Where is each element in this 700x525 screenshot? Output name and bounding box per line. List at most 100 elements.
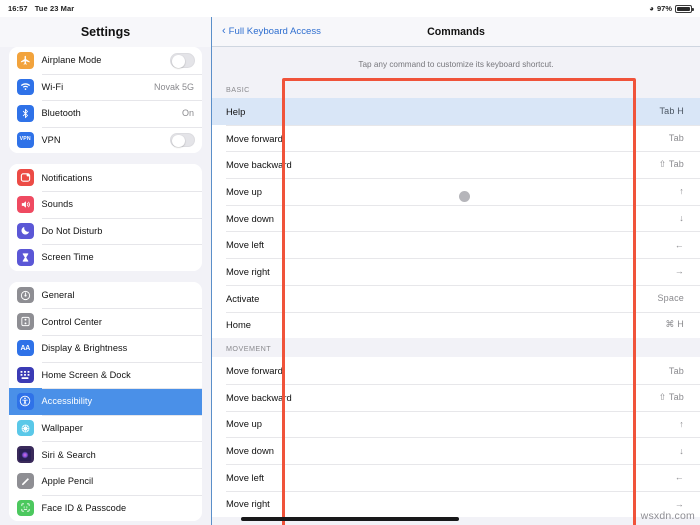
airplane-icon (17, 52, 34, 69)
command-shortcut: ↓ (679, 213, 684, 224)
command-name: Help (226, 105, 246, 117)
sidebar-item-vpn[interactable]: VPN VPN (9, 126, 202, 154)
command-row[interactable]: Move backward ⇧ Tab (212, 383, 700, 411)
screen: 16:57 Tue 23 Mar ◕ 97% Settings Airplane… (0, 0, 700, 525)
watermark: wsxdn.com (640, 510, 695, 522)
battery-percent-label: 97% (656, 4, 672, 13)
status-date: Tue 23 Mar (34, 4, 75, 13)
wifi-icon: ◕ (649, 3, 654, 13)
back-button[interactable]: ‹ Full Keyboard Access (222, 25, 321, 38)
display-brightness-icon: AA (17, 339, 34, 357)
command-row[interactable]: Activate Space (212, 284, 700, 312)
command-name: Move forward (226, 132, 283, 144)
sidebar-item-face-id-passcode[interactable]: Face ID & Passcode (9, 494, 202, 522)
notifications-icon (17, 169, 34, 186)
sidebar-item-label: Bluetooth (41, 108, 81, 119)
command-row[interactable]: Move left ← (212, 231, 700, 259)
command-row[interactable]: Move up ↑ (212, 410, 700, 438)
sidebar-item-bluetooth[interactable]: Bluetooth On (9, 100, 202, 127)
wifi-icon (17, 78, 34, 96)
gear-icon (17, 286, 34, 304)
sidebar-item-notifications[interactable]: Notifications (9, 164, 202, 191)
section-header: BASIC (212, 79, 700, 98)
command-shortcut: ↓ (679, 445, 684, 456)
sidebar-item-value: Novak 5G (153, 81, 194, 92)
navigation-bar: ‹ Full Keyboard Access Commands (212, 17, 700, 46)
command-name: Activate (226, 292, 260, 304)
command-row[interactable]: Move backward ⇧ Tab (212, 151, 700, 179)
command-shortcut: → (674, 498, 684, 509)
command-sections: BASIC Help Tab H Move forward Tab Move backwa… (212, 79, 700, 518)
sidebar-item-general[interactable]: General (9, 281, 202, 309)
moon-icon (17, 222, 34, 240)
bluetooth-icon (17, 105, 34, 122)
toggle-switch[interactable] (170, 53, 195, 68)
command-shortcut: ← (674, 239, 684, 250)
command-row[interactable]: Home ⌘ H (212, 311, 700, 339)
toggle-switch[interactable] (170, 132, 195, 148)
sidebar-item-label: Home Screen & Dock (41, 369, 131, 380)
sidebar-item-label: Accessibility (41, 396, 93, 407)
command-name: Home (226, 319, 252, 331)
sidebar-item-siri-search[interactable]: Siri & Search (9, 441, 202, 468)
sidebar-list[interactable]: Airplane Mode Wi-Fi Novak 5G Bluetooth On VPN… (0, 47, 211, 522)
command-row[interactable]: Move forward Tab (212, 124, 700, 152)
sidebar-item-label: Airplane Mode (41, 55, 102, 66)
sidebar-item-label: Wallpaper (41, 423, 83, 434)
sidebar-item-do-not-disturb[interactable]: Do Not Disturb (9, 217, 202, 245)
command-shortcut: Space (657, 293, 684, 304)
sidebar-item-label: Siri & Search (41, 449, 96, 460)
command-row[interactable]: Help Tab H (212, 98, 700, 125)
status-bar-left: 16:57 Tue 23 Mar (8, 4, 74, 13)
command-name: Move left (226, 239, 265, 251)
command-row[interactable]: Move forward Tab (212, 357, 700, 384)
home-screen-dock-icon (17, 366, 34, 384)
command-name: Move up (226, 418, 262, 430)
command-name: Move down (226, 212, 274, 224)
hint-text: Tap any command to customize its keyboar… (358, 60, 554, 69)
commands-scroll-area[interactable]: Tap any command to customize its keyboar… (212, 46, 700, 525)
command-row[interactable]: Move up ↑ (212, 178, 700, 205)
accessibility-icon (17, 393, 34, 410)
command-list: Help Tab H Move forward Tab Move backward ⇧ T… (212, 98, 700, 339)
command-shortcut: ↑ (679, 186, 684, 197)
chevron-left-icon: ‹ (222, 25, 226, 37)
touch-cursor-dot (459, 191, 470, 202)
command-shortcut: Tab H (659, 106, 684, 117)
command-shortcut: → (674, 266, 684, 277)
sidebar-item-sounds[interactable]: Sounds (9, 190, 202, 218)
apple-pencil-icon (17, 472, 34, 490)
siri-icon (17, 446, 34, 463)
sounds-icon (17, 196, 34, 213)
command-shortcut: Tab (668, 365, 684, 376)
command-name: Move left (226, 471, 265, 483)
command-row[interactable]: Move right → (212, 490, 700, 518)
command-row[interactable]: Move left ← (212, 463, 700, 491)
command-row[interactable]: Move down ↓ (212, 437, 700, 464)
sidebar-item-apple-pencil[interactable]: Apple Pencil (9, 467, 202, 495)
command-name: Move forward (226, 365, 283, 377)
command-row[interactable]: Move right → (212, 258, 700, 285)
sidebar-item-control-center[interactable]: Control Center (9, 308, 202, 335)
page-title: Settings (0, 17, 211, 47)
sidebar-item-home-screen-dock[interactable]: Home Screen & Dock (9, 361, 202, 389)
command-row[interactable]: Move down ↓ (212, 204, 700, 232)
sidebar-item-label: Do Not Disturb (41, 225, 103, 236)
sidebar-item-value: On (181, 108, 194, 119)
settings-sidebar: Settings Airplane Mode Wi-Fi Novak 5G Bluet… (0, 17, 211, 525)
sidebar-item-wi-fi[interactable]: Wi-Fi Novak 5G (9, 73, 202, 101)
sidebar-group: Airplane Mode Wi-Fi Novak 5G Bluetooth On VPN… (9, 47, 202, 154)
sidebar-item-label: Display & Brightness (41, 343, 128, 354)
sidebar-item-label: Apple Pencil (41, 476, 94, 487)
sidebar-item-accessibility[interactable]: Accessibility (9, 388, 202, 415)
sidebar-item-airplane-mode[interactable]: Airplane Mode (9, 47, 202, 74)
sidebar-item-wallpaper[interactable]: Wallpaper (9, 414, 202, 442)
sidebar-item-screen-time[interactable]: Screen Time (9, 244, 202, 271)
command-list: Move forward Tab Move backward ⇧ Tab Move up… (212, 357, 700, 518)
sidebar-item-display-brightness[interactable]: AA Display & Brightness (9, 334, 202, 362)
command-name: Move down (226, 445, 274, 457)
command-shortcut: ← (674, 472, 684, 483)
sidebar-item-label: Face ID & Passcode (41, 502, 127, 513)
command-name: Move right (226, 498, 270, 510)
sidebar-item-label: Sounds (41, 199, 73, 210)
